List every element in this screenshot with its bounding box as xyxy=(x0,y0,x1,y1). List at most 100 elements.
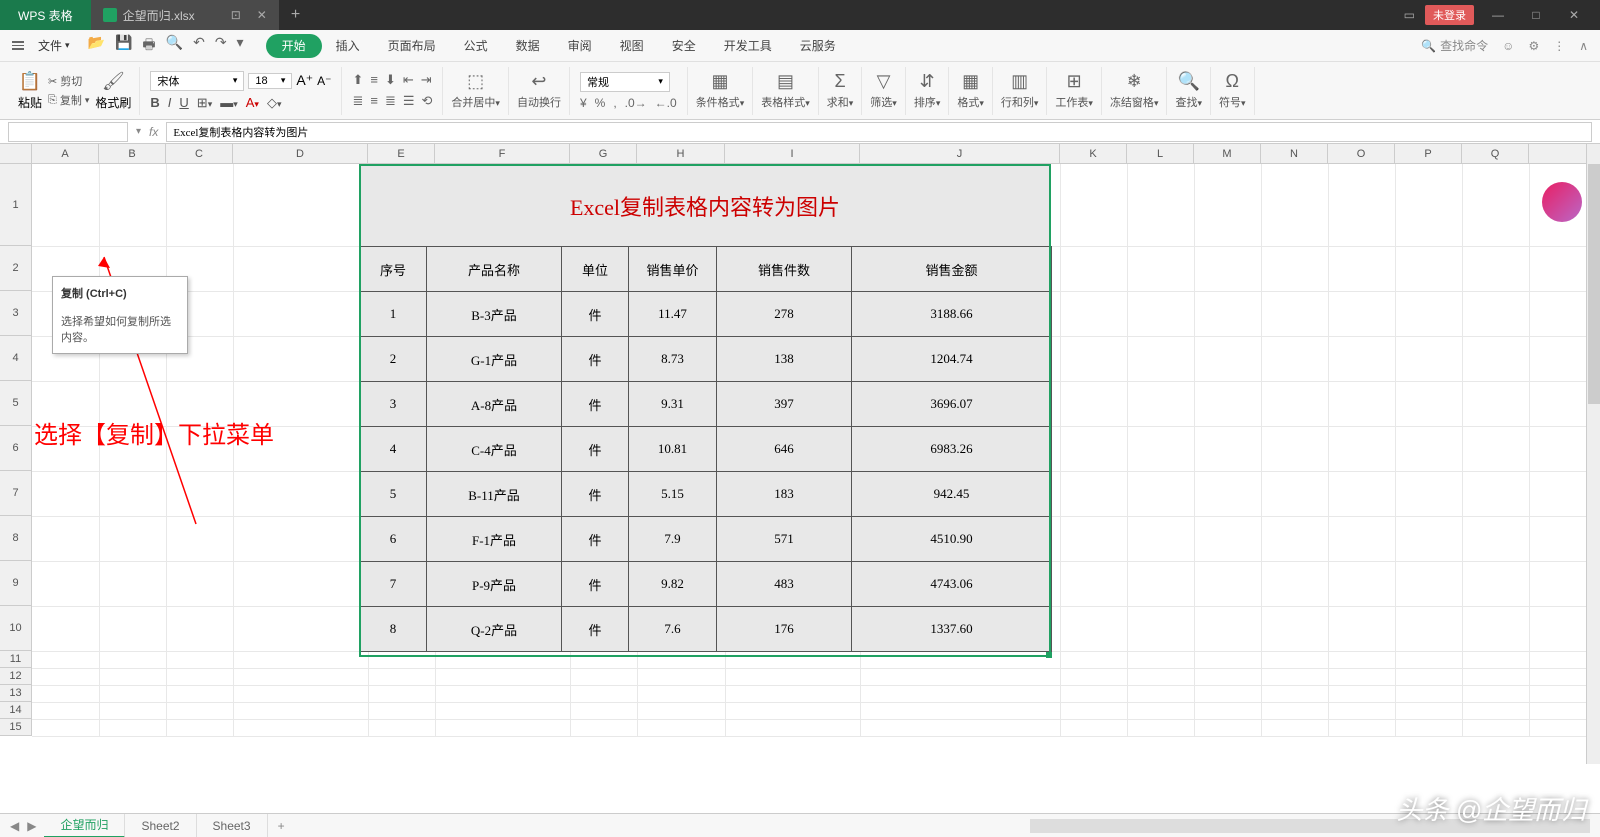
table-cell[interactable]: 9.82 xyxy=(629,562,717,607)
italic-button[interactable]: I xyxy=(168,95,172,110)
settings-icon[interactable]: ⚙ xyxy=(1528,39,1539,53)
redo-icon[interactable]: ↷ xyxy=(215,34,227,58)
col-header[interactable]: I xyxy=(725,144,860,163)
font-size-select[interactable]: 18▾ xyxy=(248,73,292,89)
add-tab-button[interactable]: + xyxy=(279,6,312,24)
paste-button[interactable]: 📋 粘贴 xyxy=(18,71,42,111)
table-cell[interactable]: 397 xyxy=(717,382,852,427)
table-cell[interactable]: 3 xyxy=(360,382,427,427)
comma-icon[interactable]: , xyxy=(613,96,616,110)
login-badge[interactable]: 未登录 xyxy=(1425,5,1474,25)
ribbon-tab-4[interactable]: 数据 xyxy=(502,30,554,62)
name-box[interactable] xyxy=(8,122,128,142)
pin-icon[interactable]: ⊡ xyxy=(231,8,241,22)
ribbon-tab-5[interactable]: 审阅 xyxy=(554,30,606,62)
close-tab-icon[interactable]: ✕ xyxy=(257,8,267,22)
wrap-text-button[interactable]: ↩自动换行 xyxy=(509,67,570,115)
search-command[interactable]: 🔍 查找命令 xyxy=(1421,37,1488,54)
row-header[interactable]: 12 xyxy=(0,668,32,685)
vertical-scrollbar[interactable] xyxy=(1586,144,1600,764)
col-header[interactable]: Q xyxy=(1462,144,1529,163)
table-header[interactable]: 序号 xyxy=(360,247,427,292)
app-tab[interactable]: WPS 表格 xyxy=(0,0,91,30)
cells-area[interactable]: Excel复制表格内容转为图片序号产品名称单位销售单价销售件数销售金额1B-3产… xyxy=(32,164,1600,736)
dropdown-icon[interactable]: ▾ xyxy=(136,126,141,137)
table-cell[interactable]: 10.81 xyxy=(629,427,717,472)
table-cell[interactable]: 11.47 xyxy=(629,292,717,337)
select-all-corner[interactable] xyxy=(0,144,32,163)
window-layout-icon[interactable]: ▭ xyxy=(1404,8,1415,22)
font-color-button[interactable]: A▾ xyxy=(246,95,259,110)
decrease-font-icon[interactable]: A⁻ xyxy=(317,74,331,88)
currency-icon[interactable]: ¥ xyxy=(580,96,587,110)
indent-dec-icon[interactable]: ⇤ xyxy=(403,72,414,88)
table-cell[interactable]: G-1产品 xyxy=(427,337,562,382)
table-header[interactable]: 产品名称 xyxy=(427,247,562,292)
table-cell[interactable]: 件 xyxy=(562,427,629,472)
sheet-tab[interactable]: Sheet3 xyxy=(197,814,268,837)
qat-dropdown[interactable]: ▾ xyxy=(237,34,244,58)
table-cell[interactable]: 278 xyxy=(717,292,852,337)
align-bottom-icon[interactable]: ⬇ xyxy=(385,72,396,88)
table-cell[interactable]: 件 xyxy=(562,517,629,562)
underline-button[interactable]: U xyxy=(179,95,188,110)
worksheet-button[interactable]: ⊞工作表▾ xyxy=(1047,67,1102,115)
table-cell[interactable]: A-8产品 xyxy=(427,382,562,427)
col-header[interactable]: N xyxy=(1261,144,1328,163)
col-header[interactable]: M xyxy=(1194,144,1261,163)
table-cell[interactable]: 4 xyxy=(360,427,427,472)
table-cell[interactable]: 件 xyxy=(562,292,629,337)
table-cell[interactable]: 4743.06 xyxy=(852,562,1052,607)
table-cell[interactable]: 9.31 xyxy=(629,382,717,427)
ribbon-tab-6[interactable]: 视图 xyxy=(606,30,658,62)
filter-button[interactable]: ▽筛选▾ xyxy=(862,67,906,115)
row-header[interactable]: 7 xyxy=(0,471,32,516)
col-header[interactable]: F xyxy=(435,144,570,163)
ribbon-tab-8[interactable]: 开发工具 xyxy=(710,30,786,62)
row-header[interactable]: 1 xyxy=(0,164,32,246)
hamburger-icon[interactable] xyxy=(12,41,24,50)
sheet-nav-prev[interactable]: ◀ xyxy=(10,819,19,833)
table-cell[interactable]: 件 xyxy=(562,607,629,652)
maximize-button[interactable]: □ xyxy=(1522,8,1550,22)
undo-icon[interactable]: ↶ xyxy=(193,34,205,58)
table-cell[interactable]: 件 xyxy=(562,337,629,382)
add-sheet-button[interactable]: + xyxy=(268,819,295,833)
menu-vdots-icon[interactable]: ⋮ xyxy=(1553,39,1565,53)
file-tab[interactable]: 企望而归.xlsx ⊡ ✕ xyxy=(91,0,279,30)
table-style-button[interactable]: ▤表格样式▾ xyxy=(753,67,819,115)
table-header[interactable]: 销售件数 xyxy=(717,247,852,292)
col-header[interactable]: K xyxy=(1060,144,1127,163)
col-header[interactable]: C xyxy=(166,144,233,163)
fx-icon[interactable]: fx xyxy=(149,125,158,139)
table-cell[interactable]: 5 xyxy=(360,472,427,517)
increase-font-icon[interactable]: A⁺ xyxy=(296,72,313,89)
feedback-icon[interactable]: ☺ xyxy=(1502,39,1514,53)
table-cell[interactable]: 7 xyxy=(360,562,427,607)
highlight-button[interactable]: ◇▾ xyxy=(267,95,282,111)
table-cell[interactable]: 8.73 xyxy=(629,337,717,382)
col-header[interactable]: H xyxy=(637,144,725,163)
table-header[interactable]: 销售金额 xyxy=(852,247,1052,292)
merge-center-button[interactable]: ⬚合并居中▾ xyxy=(443,67,509,115)
table-header[interactable]: 单位 xyxy=(562,247,629,292)
row-header[interactable]: 11 xyxy=(0,651,32,668)
row-header[interactable]: 13 xyxy=(0,685,32,702)
orientation-icon[interactable]: ⟲ xyxy=(422,93,433,109)
ribbon-tab-7[interactable]: 安全 xyxy=(658,30,710,62)
row-header[interactable]: 2 xyxy=(0,246,32,291)
minimize-button[interactable]: — xyxy=(1484,8,1512,22)
table-cell[interactable]: 138 xyxy=(717,337,852,382)
table-cell[interactable]: Q-2产品 xyxy=(427,607,562,652)
format-painter-button[interactable]: 🖌 格式刷 xyxy=(95,71,131,111)
row-header[interactable]: 15 xyxy=(0,719,32,736)
border-button[interactable]: ⊞▾ xyxy=(197,95,212,111)
copy-button[interactable]: ⎘复制▾ xyxy=(48,92,89,108)
table-cell[interactable]: 1 xyxy=(360,292,427,337)
row-header[interactable]: 4 xyxy=(0,336,32,381)
align-center-icon[interactable]: ≡ xyxy=(370,93,378,109)
row-header[interactable]: 10 xyxy=(0,606,32,651)
preview-icon[interactable]: 🔍 xyxy=(166,34,183,58)
col-header[interactable]: P xyxy=(1395,144,1462,163)
row-header[interactable]: 14 xyxy=(0,702,32,719)
